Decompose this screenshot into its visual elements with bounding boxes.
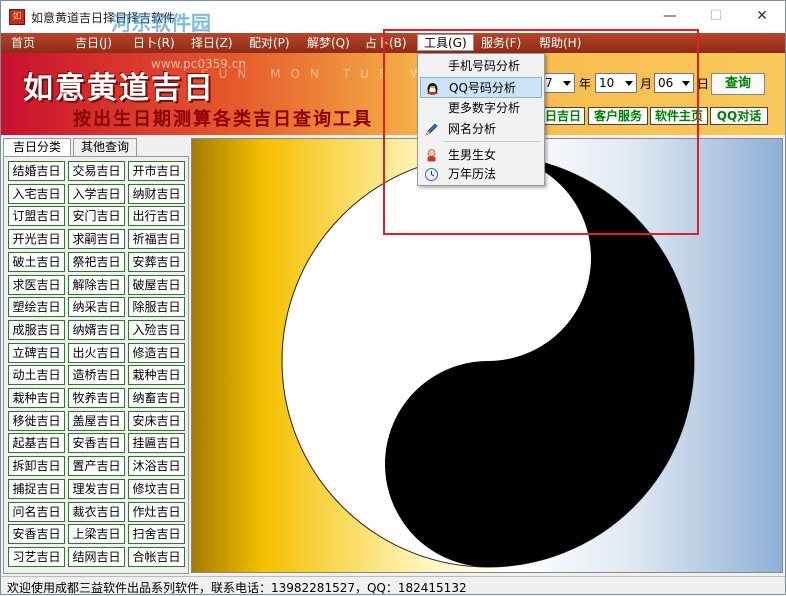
- jiri-button[interactable]: 入殓吉日: [128, 319, 185, 340]
- app-window: 如 如意黄道吉日择日择吉软件 河东软件园 — ☐ ✕ 首页 吉日(J) 日卜(R…: [0, 0, 786, 595]
- status-text: 欢迎使用成都三益软件出品系列软件，联系电话：13982281527，QQ：182…: [7, 581, 467, 595]
- menu-ribu[interactable]: 日卜(R): [127, 35, 181, 52]
- jiri-button[interactable]: 结婚吉日: [8, 161, 65, 181]
- jiri-button[interactable]: 习艺吉日: [8, 546, 65, 567]
- jiri-button[interactable]: 盖屋吉日: [68, 410, 125, 431]
- jiri-button[interactable]: 结网吉日: [68, 546, 125, 567]
- minimize-button[interactable]: —: [647, 1, 693, 31]
- jiri-button[interactable]: 交易吉日: [68, 161, 125, 181]
- jiri-button[interactable]: 出火吉日: [68, 342, 125, 363]
- jiri-button[interactable]: 纳婿吉日: [68, 319, 125, 340]
- jiri-button[interactable]: 裁衣吉日: [68, 501, 125, 522]
- jiri-button[interactable]: 入宅吉日: [8, 183, 65, 204]
- highlight-box: [383, 29, 699, 235]
- jiri-button[interactable]: 破土吉日: [8, 251, 65, 272]
- app-icon: 如: [9, 9, 25, 25]
- jiri-button[interactable]: 上梁吉日: [68, 524, 125, 545]
- jiri-button[interactable]: 开市吉日: [128, 161, 185, 181]
- jiri-button[interactable]: 安葬吉日: [128, 251, 185, 272]
- jiri-button[interactable]: 解除吉日: [68, 274, 125, 295]
- jiri-button[interactable]: 求医吉日: [8, 274, 65, 295]
- jiri-button[interactable]: 成服吉日: [8, 319, 65, 340]
- watermark-text: 河东软件园: [111, 11, 211, 35]
- jiri-button[interactable]: 塑绘吉日: [8, 297, 65, 318]
- jiri-button[interactable]: 祈福吉日: [128, 229, 185, 250]
- jiri-button[interactable]: 拆卸吉日: [8, 456, 65, 477]
- jiri-button[interactable]: 作灶吉日: [128, 501, 185, 522]
- jiri-button[interactable]: 求嗣吉日: [68, 229, 125, 250]
- jiri-button[interactable]: 造桥吉日: [68, 365, 125, 386]
- jiri-button[interactable]: 理发吉日: [68, 478, 125, 499]
- jiri-button[interactable]: 起基吉日: [8, 433, 65, 454]
- menu-home[interactable]: 首页: [5, 35, 41, 52]
- jiri-button[interactable]: 捕捉吉日: [8, 478, 65, 499]
- jiri-button[interactable]: 栽种吉日: [8, 388, 65, 408]
- jiri-button[interactable]: 修造吉日: [128, 342, 185, 363]
- maximize-button[interactable]: ☐: [693, 1, 739, 31]
- jiri-button[interactable]: 置产吉日: [68, 456, 125, 477]
- tab-other-query[interactable]: 其他查询: [73, 138, 137, 156]
- jiri-button[interactable]: 入学吉日: [68, 183, 125, 204]
- status-bar: 欢迎使用成都三益软件出品系列软件，联系电话：13982281527，QQ：182…: [1, 576, 785, 595]
- menu-zeri[interactable]: 择日(Z): [185, 35, 239, 52]
- banner-title: 如意黄道吉日: [23, 71, 215, 106]
- jiri-button[interactable]: 安香吉日: [68, 433, 125, 454]
- jiri-button[interactable]: 问名吉日: [8, 501, 65, 522]
- jiri-button[interactable]: 纳畜吉日: [128, 388, 185, 408]
- jiri-button[interactable]: 牧养吉日: [68, 388, 125, 408]
- jiri-button[interactable]: 祭祀吉日: [68, 251, 125, 272]
- jiri-button[interactable]: 破屋吉日: [128, 274, 185, 295]
- jiri-button[interactable]: 除服吉日: [128, 297, 185, 318]
- jiri-button[interactable]: 沐浴吉日: [128, 456, 185, 477]
- menu-jiemeng[interactable]: 解梦(Q): [301, 35, 356, 52]
- jiri-button[interactable]: 挂匾吉日: [128, 433, 185, 454]
- jiri-button[interactable]: 安门吉日: [68, 206, 125, 227]
- close-button[interactable]: ✕: [739, 1, 785, 31]
- jiri-button[interactable]: 栽种吉日: [128, 365, 185, 386]
- jiri-button[interactable]: 纳采吉日: [68, 297, 125, 318]
- jiri-button[interactable]: 纳财吉日: [128, 183, 185, 204]
- jiri-button[interactable]: 出行吉日: [128, 206, 185, 227]
- jiri-button[interactable]: 动土吉日: [8, 365, 65, 386]
- jiri-button[interactable]: 合帐吉日: [128, 546, 185, 567]
- jiri-button[interactable]: 立碑吉日: [8, 342, 65, 363]
- menu-peidui[interactable]: 配对(P): [243, 35, 296, 52]
- jiri-button[interactable]: 修坟吉日: [128, 478, 185, 499]
- jiri-button[interactable]: 订盟吉日: [8, 206, 65, 227]
- jiri-button[interactable]: 安床吉日: [128, 410, 185, 431]
- jiri-button[interactable]: 安香吉日: [8, 524, 65, 545]
- jiri-button[interactable]: 移徙吉日: [8, 410, 65, 431]
- category-tabs: 吉日分类 其他查询: [3, 138, 189, 156]
- banner-subtitle: 按出生日期测算各类吉日查询工具: [73, 109, 373, 130]
- jiri-button[interactable]: 开光吉日: [8, 229, 65, 250]
- jiri-button[interactable]: 扫舍吉日: [128, 524, 185, 545]
- menu-jiri[interactable]: 吉日(J): [69, 35, 118, 52]
- qq-chat-button[interactable]: QQ对话: [710, 107, 768, 125]
- query-button[interactable]: 查询: [711, 73, 765, 95]
- jiri-button-panel: 结婚吉日 交易吉日 开市吉日入宅吉日 入学吉日 纳财吉日订盟吉日 安门吉日 出行吉日开光吉日…: [3, 156, 189, 574]
- tab-jiri-category[interactable]: 吉日分类: [3, 138, 71, 156]
